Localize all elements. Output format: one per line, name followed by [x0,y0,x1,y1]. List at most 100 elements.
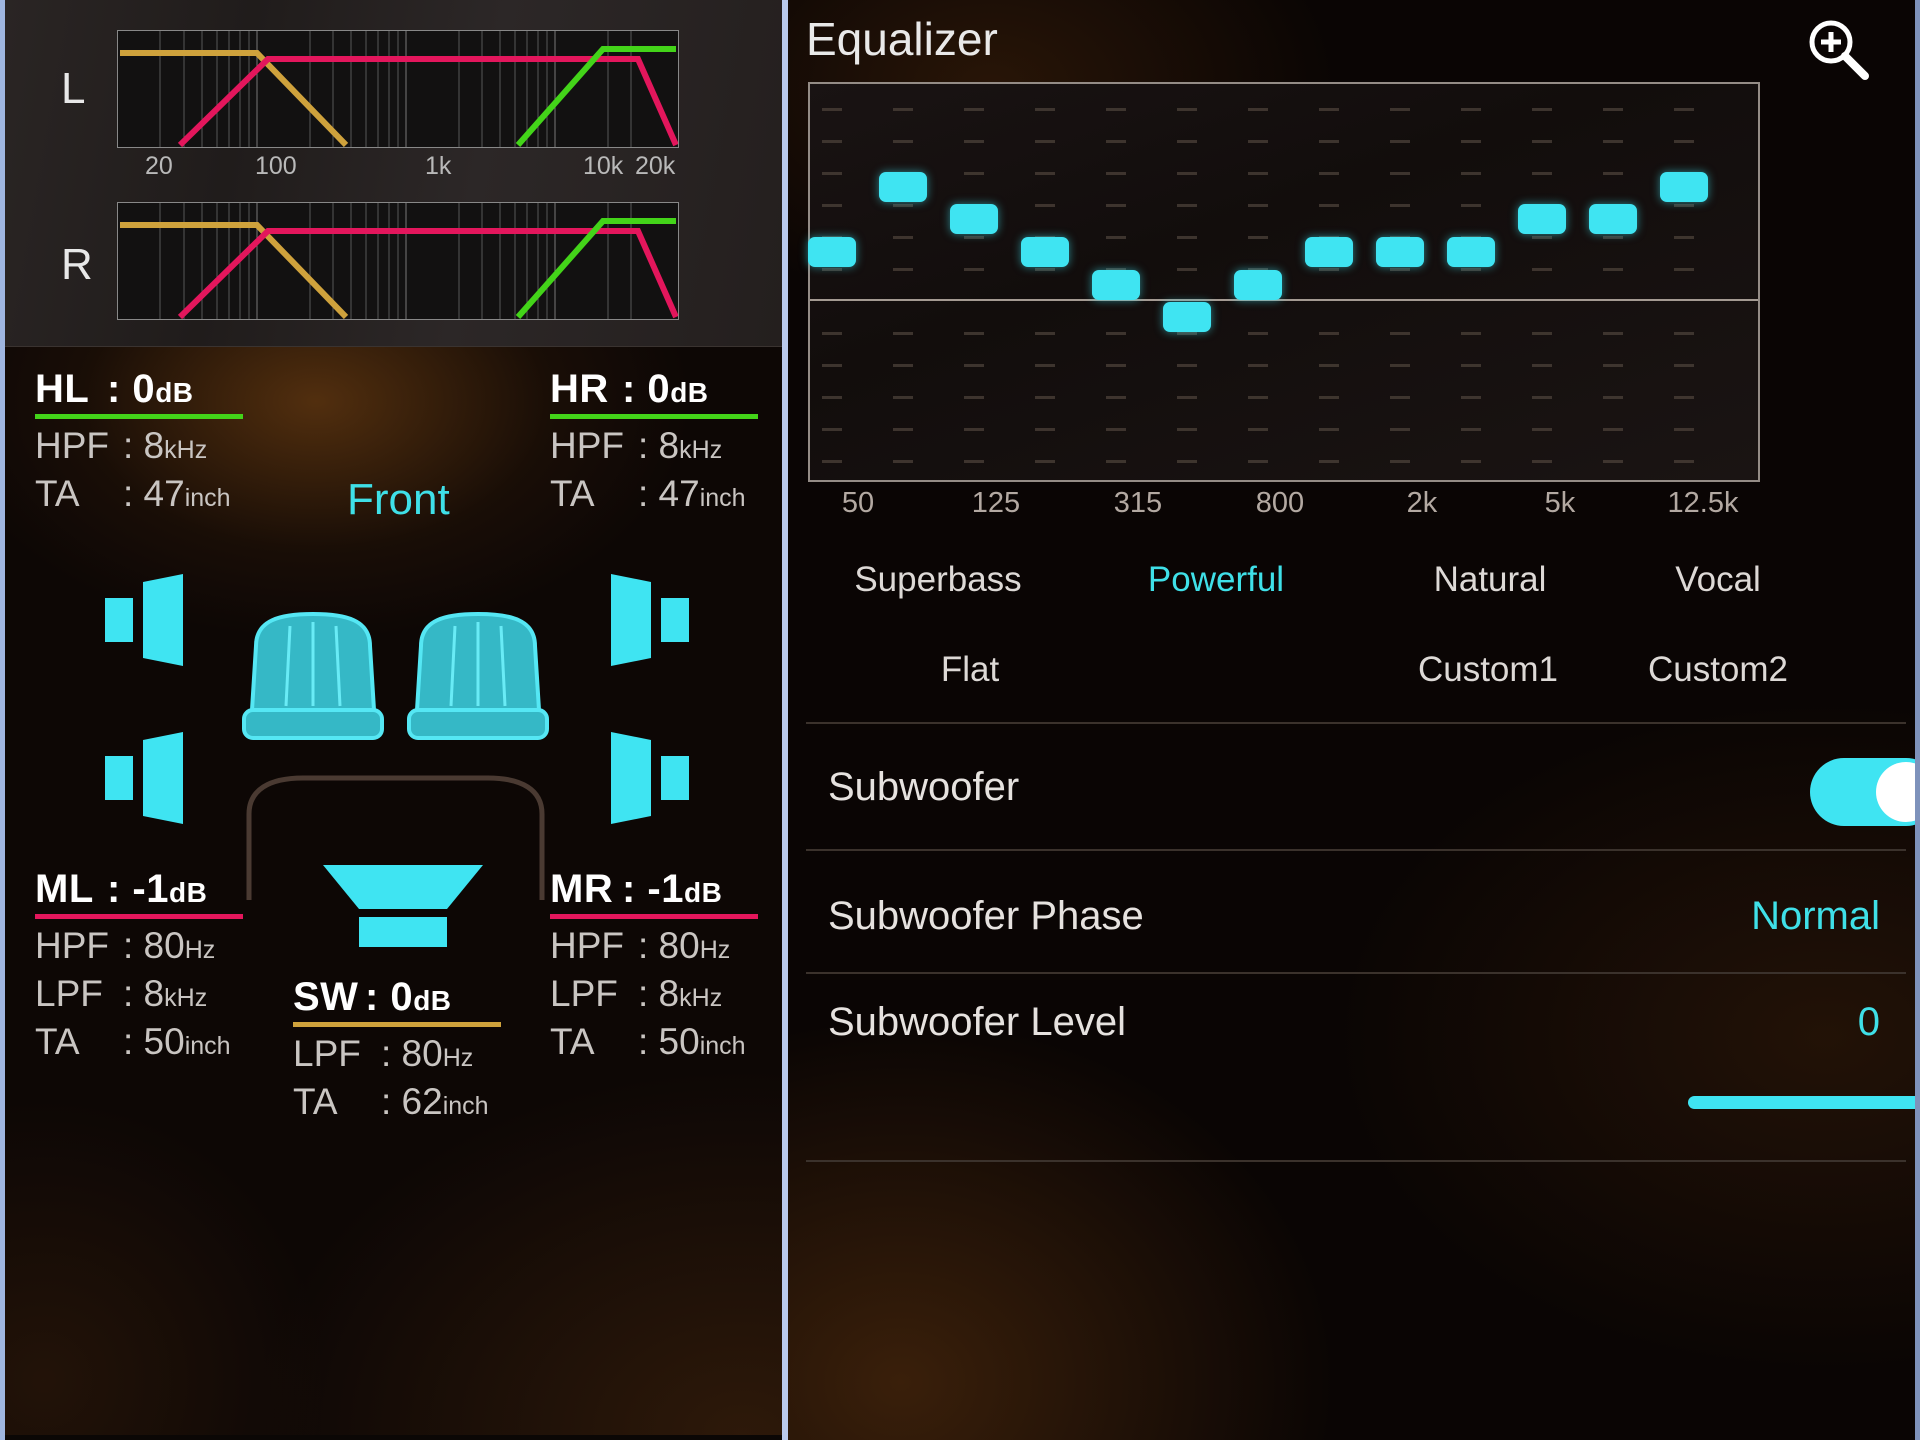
eq-zero-line [810,299,1758,301]
eq-band-80[interactable] [879,172,927,202]
speaker-hl-name: HL [35,367,90,411]
speaker-sw-ta: TA: 62inch [293,1081,501,1123]
speaker-icon-mid-right[interactable] [605,732,689,829]
eq-band-8k[interactable] [1589,204,1637,234]
speaker-mr-ta-value: : 50 [638,1021,700,1062]
subwoofer-phase-value[interactable]: Normal [1688,894,1880,939]
eq-band-12500[interactable] [1660,172,1708,202]
eq-band-2k[interactable] [1376,237,1424,267]
speaker-ml-hpf-key: HPF [35,925,109,966]
speaker-mr-name: MR [550,867,614,911]
setting-label-subwoofer: Subwoofer [828,765,1020,809]
subwoofer-level-slider[interactable] [1688,1095,1915,1109]
speaker-hl-title: HL: 0dB [35,367,194,412]
eq-band-800[interactable] [1234,270,1282,300]
speaker-ml-name: ML [35,867,94,911]
speaker-ml-ta-key: TA [35,1021,80,1062]
eq-grid-row [810,364,1758,367]
speaker-mr-unit: dB [684,877,723,908]
eq-band-200[interactable] [1021,237,1069,267]
speaker-sw-title: SW: 0dB [293,975,452,1020]
subwoofer-icon[interactable] [323,865,483,952]
crossover-graph-left[interactable] [117,30,679,148]
speaker-block-hl[interactable]: HL: 0dB HPF: 8kHz TA: 47inch [35,367,243,515]
preset-superbass[interactable]: Superbass [854,560,1021,600]
channel-label-left: L [61,64,86,113]
eq-xtick-12.5k: 12.5k [1667,487,1739,519]
speaker-sw-lpf-unit: Hz [442,1044,474,1072]
eq-band-50[interactable] [808,237,856,267]
eq-band-500[interactable] [1163,302,1211,332]
speaker-icon-front-right[interactable] [605,574,689,671]
speaker-ml-hpf-value: : 80 [123,925,185,966]
eq-band-5k[interactable] [1518,204,1566,234]
eq-xtick-315: 315 [1113,487,1163,519]
speaker-ml-value: : -1 [107,867,169,911]
speaker-block-mr[interactable]: MR: -1dB HPF: 80Hz LPF: 8kHz TA: 50inch [550,867,758,1063]
speaker-hr-title: HR: 0dB [550,367,709,412]
speaker-hr-ta-key: TA [550,473,595,514]
eq-grid-row [810,460,1758,463]
speaker-block-hr[interactable]: HR: 0dB HPF: 8kHz TA: 47inch [550,367,758,515]
speaker-hl-ta-key: TA [35,473,80,514]
speaker-icon-mid-left[interactable] [105,732,189,829]
setting-label-subwoofer-level: Subwoofer Level [828,1000,1126,1044]
equalizer-graph[interactable] [808,82,1760,482]
speaker-ml-hpf: HPF : 80Hz [35,925,243,967]
divider [806,1160,1906,1162]
speaker-hr-value: : 0 [622,367,671,411]
toggle-knob [1876,762,1915,822]
speaker-sw-ta-key: TA [293,1081,338,1122]
speaker-mr-lpf-key: LPF [550,973,618,1014]
speaker-hr-hpf: HPF: 8kHz [550,425,758,467]
speaker-mr-lpf-value: : 8 [638,973,680,1014]
speaker-mr-ta-unit: inch [699,1032,746,1060]
front-label: Front [347,475,450,524]
speaker-hr-ta: TA: 47inch [550,473,758,515]
speaker-ml-lpf-unit: kHz [164,984,208,1012]
speaker-hr-hpf-unit: kHz [679,436,723,464]
speaker-sw-ta-value: : 62 [381,1081,443,1122]
eq-grid-row [810,396,1758,399]
speaker-hl-ta: TA: 47inch [35,473,243,515]
preset-powerful[interactable]: Powerful [1148,560,1284,600]
eq-band-1250[interactable] [1305,237,1353,267]
speaker-mr-hpf-key: HPF [550,925,624,966]
eq-band-3150[interactable] [1447,237,1495,267]
preset-custom2[interactable]: Custom2 [1648,650,1788,690]
speaker-sw-lpf-value: : 80 [381,1033,443,1074]
magnifier-plus-icon[interactable] [1803,16,1873,91]
speaker-icon-front-left[interactable] [105,574,189,671]
crossover-graph-right[interactable] [117,202,679,320]
eq-xtick-5k: 5k [1544,487,1576,519]
speaker-mr-hpf-value: : 80 [638,925,700,966]
crossover-graphs-area: L 20 100 1k 10k 20k R [5,0,782,347]
speaker-ml-hpf-unit: Hz [184,936,216,964]
speaker-mr-ta: TA: 50inch [550,1021,758,1063]
speaker-ml-ta-value: : 50 [123,1021,185,1062]
xtick-1k: 1k [425,152,452,180]
speaker-ml-lpf-key: LPF [35,973,103,1014]
speaker-ml-ta-unit: inch [184,1032,231,1060]
speaker-mr-lpf-unit: kHz [679,984,723,1012]
xtick-100: 100 [255,152,297,180]
page-title: Equalizer [806,13,998,65]
eq-xtick-2k: 2k [1406,487,1438,519]
preset-natural[interactable]: Natural [1434,560,1547,600]
eq-band-125[interactable] [950,204,998,234]
speaker-sw-lpf-key: LPF [293,1033,361,1074]
eq-band-315[interactable] [1092,270,1140,300]
subwoofer-toggle[interactable] [1810,758,1915,826]
eq-grid-row [810,108,1758,111]
preset-custom1[interactable]: Custom1 [1418,650,1558,690]
slider-fill [1688,1096,1915,1109]
speaker-ml-unit: dB [169,877,208,908]
speaker-hl-hpf-unit: kHz [164,436,208,464]
eq-grid-row [810,140,1758,143]
preset-vocal[interactable]: Vocal [1675,560,1761,600]
speaker-block-ml[interactable]: ML: -1dB HPF: 80Hz LPF: 8kHz TA: 50inch [35,867,243,1063]
speaker-hr-ta-unit: inch [699,484,746,512]
preset-flat[interactable]: Flat [941,650,999,690]
speaker-hl-hpf-value: : 8 [123,425,165,466]
speaker-block-sw[interactable]: SW: 0dB LPF: 80Hz TA: 62inch [293,975,501,1123]
